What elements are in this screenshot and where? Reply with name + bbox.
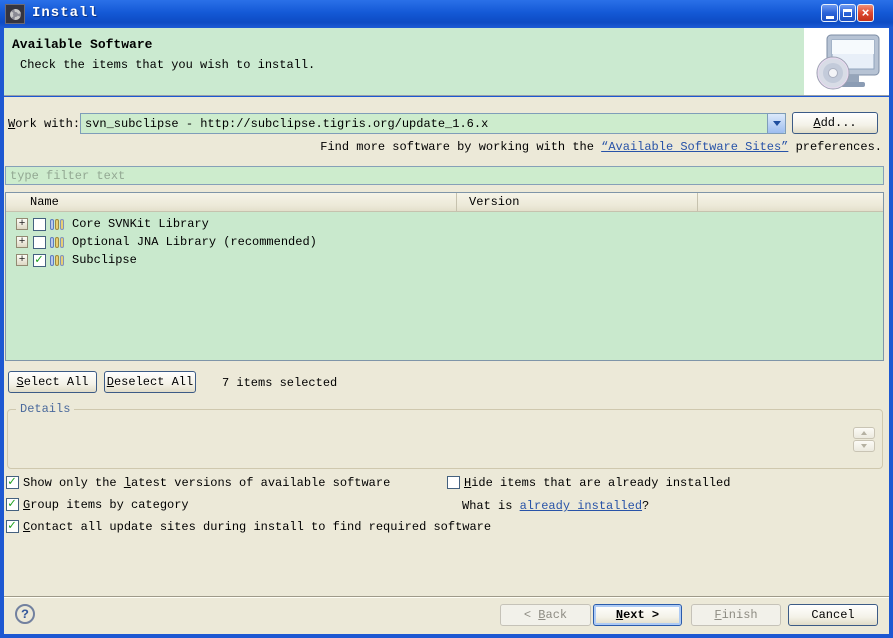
gear-icon bbox=[5, 4, 25, 24]
hide-installed-checkbox[interactable] bbox=[447, 476, 460, 489]
work-with-label: Work with: bbox=[8, 117, 81, 131]
already-installed-link[interactable]: already installed bbox=[520, 499, 642, 513]
table-row[interactable]: + Optional JNA Library (recommended) bbox=[6, 233, 883, 251]
cancel-button[interactable]: Cancel bbox=[788, 604, 878, 626]
finish-button[interactable]: Finish bbox=[691, 604, 781, 626]
software-tree-table: Name Version + Core SVNKit Library + Option… bbox=[5, 192, 884, 361]
select-all-button[interactable]: Select All bbox=[8, 371, 97, 393]
column-header-version[interactable]: Version bbox=[457, 193, 698, 211]
row-checkbox[interactable] bbox=[33, 217, 46, 231]
close-icon: × bbox=[861, 5, 870, 21]
close-button[interactable]: × bbox=[857, 4, 874, 22]
category-icon bbox=[50, 254, 67, 266]
option-hide-installed[interactable]: Hide items that are already installed bbox=[447, 476, 730, 490]
help-button[interactable]: ? bbox=[15, 604, 35, 624]
row-label: Optional JNA Library (recommended) bbox=[72, 235, 317, 249]
contact-sites-checkbox[interactable] bbox=[6, 518, 19, 533]
show-latest-label: Show only the latest versions of availab… bbox=[23, 476, 391, 490]
details-group bbox=[7, 409, 883, 469]
wizard-banner: Available Software Check the items that … bbox=[4, 28, 889, 96]
install-dialog: Install × Available Software Check the i… bbox=[0, 0, 893, 638]
group-by-category-label: Group items by category bbox=[23, 498, 189, 512]
table-row[interactable]: + Core SVNKit Library bbox=[6, 215, 883, 233]
page-subtitle: Check the items that you wish to install… bbox=[20, 58, 316, 72]
work-with-value[interactable] bbox=[81, 114, 767, 133]
column-header-name[interactable]: Name bbox=[6, 193, 457, 211]
table-row[interactable]: + Subclipse bbox=[6, 251, 883, 269]
filter-input[interactable] bbox=[5, 166, 884, 185]
details-label: Details bbox=[16, 402, 75, 416]
category-icon bbox=[50, 218, 67, 230]
show-latest-checkbox[interactable] bbox=[6, 474, 19, 489]
add-button[interactable]: Add... bbox=[792, 112, 878, 134]
footer-divider bbox=[4, 596, 889, 598]
selection-status: 7 items selected bbox=[222, 376, 338, 390]
deselect-all-button[interactable]: Deselect All bbox=[104, 371, 196, 393]
arrow-up-icon bbox=[861, 431, 867, 435]
category-icon bbox=[50, 236, 67, 248]
expand-icon[interactable]: + bbox=[16, 218, 28, 230]
title-bar[interactable]: Install × bbox=[0, 0, 893, 28]
arrow-down-icon bbox=[861, 444, 867, 448]
page-title: Available Software bbox=[12, 37, 153, 52]
details-scroll-down-button[interactable] bbox=[853, 440, 875, 452]
back-button[interactable]: < Back bbox=[500, 604, 591, 626]
details-scroll-up-button[interactable] bbox=[853, 427, 875, 439]
row-checkbox[interactable] bbox=[33, 252, 46, 267]
minimize-button[interactable] bbox=[821, 4, 838, 22]
expand-icon[interactable]: + bbox=[16, 254, 28, 266]
window-title: Install bbox=[32, 5, 98, 21]
table-header: Name Version bbox=[6, 193, 883, 212]
available-software-sites-link[interactable]: “Available Software Sites” bbox=[601, 140, 788, 154]
contact-sites-label: Contact all update sites during install … bbox=[23, 520, 492, 534]
maximize-button[interactable] bbox=[839, 4, 856, 22]
expand-icon[interactable]: + bbox=[16, 236, 28, 248]
option-show-latest[interactable]: Show only the latest versions of availab… bbox=[6, 474, 391, 490]
monitor-cd-icon bbox=[816, 34, 879, 89]
work-with-combo[interactable] bbox=[80, 113, 786, 134]
group-by-category-checkbox[interactable] bbox=[6, 496, 19, 511]
row-label: Core SVNKit Library bbox=[72, 217, 209, 231]
maximize-icon bbox=[843, 9, 852, 17]
row-checkbox[interactable] bbox=[33, 235, 46, 249]
hide-installed-label: Hide items that are already installed bbox=[464, 476, 731, 490]
tree-body: + Core SVNKit Library + Optional JNA Librar… bbox=[6, 212, 883, 269]
row-label: Subclipse bbox=[72, 253, 137, 267]
chevron-down-icon bbox=[772, 121, 781, 126]
what-is-installed-text: What is already installed? bbox=[462, 499, 650, 513]
next-button[interactable]: Next > bbox=[593, 604, 682, 626]
find-more-text: Find more software by working with the “… bbox=[320, 140, 882, 154]
option-contact-sites[interactable]: Contact all update sites during install … bbox=[6, 518, 492, 534]
option-group-by-category[interactable]: Group items by category bbox=[6, 496, 189, 512]
combo-dropdown-button[interactable] bbox=[767, 114, 785, 133]
minimize-icon bbox=[825, 15, 834, 19]
install-graphic bbox=[804, 28, 889, 95]
question-icon: ? bbox=[21, 606, 29, 622]
